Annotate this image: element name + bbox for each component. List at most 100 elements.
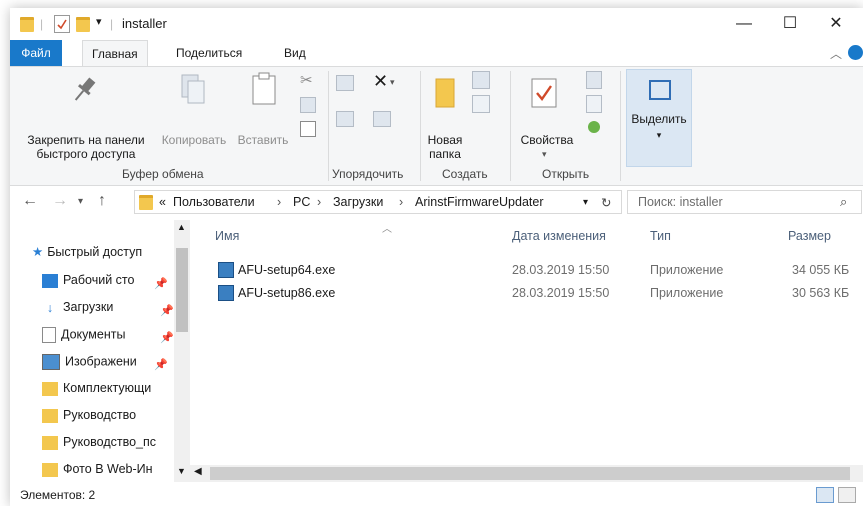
pin-icon[interactable]: 📌 — [154, 277, 168, 290]
collapse-ribbon-icon[interactable]: ︿ — [830, 45, 842, 62]
tab-home[interactable]: Главная — [82, 40, 148, 67]
column-name[interactable]: Имя — [215, 229, 239, 243]
nav-item-documents[interactable]: Документы — [42, 327, 125, 347]
folder-icon — [42, 435, 58, 450]
nav-scrollbar[interactable]: ▲ ▼ — [174, 220, 190, 482]
nav-item-pictures[interactable]: Изображени — [42, 354, 162, 374]
copy-path-icon[interactable] — [300, 97, 316, 113]
new-folder-button[interactable]: Новая папка — [420, 133, 470, 161]
address-dropdown-icon[interactable]: ▾ — [583, 197, 588, 208]
history-icon[interactable] — [588, 121, 600, 133]
minimize-button[interactable]: — — [721, 8, 767, 40]
nav-item-folder[interactable]: Руководство — [42, 408, 136, 428]
folder-icon — [42, 381, 58, 396]
pin-icon[interactable]: 📌 — [154, 358, 168, 371]
tab-view[interactable]: Вид — [275, 40, 315, 66]
pin-icon[interactable]: 📌 — [160, 331, 174, 344]
move-to-icon[interactable] — [336, 75, 354, 91]
new-folder-quick-icon[interactable] — [76, 17, 90, 32]
select-button[interactable]: Выделить ▾ — [626, 69, 692, 167]
nav-item-folder[interactable]: Руководство_пс — [42, 435, 174, 455]
nav-quick-access[interactable]: ★ Быстрый доступ — [32, 244, 142, 264]
breadcrumb-separator: › — [399, 195, 404, 209]
column-size[interactable]: Размер — [788, 229, 831, 243]
nav-item-folder[interactable]: Фото В Web-Ин — [42, 462, 162, 482]
file-type: Приложение — [650, 263, 724, 277]
pictures-icon — [42, 354, 60, 370]
nav-label: Фото В Web-Ин — [63, 462, 153, 476]
column-headers: ︿ Имя Дата изменения Тип Размер — [190, 220, 863, 250]
new-folder-label-1: Новая — [427, 133, 463, 147]
new-item-icon[interactable] — [472, 71, 490, 89]
pin-icon[interactable]: 📌 — [160, 304, 174, 317]
breadcrumb-pc[interactable]: PC — [293, 195, 310, 209]
close-button[interactable]: ✕ — [813, 8, 859, 40]
paste-shortcut-icon[interactable] — [300, 121, 316, 137]
tab-file[interactable]: Файл — [10, 40, 62, 66]
customize-quick-access-icon[interactable]: ▾ — [96, 15, 102, 31]
file-row[interactable]: AFU-setup64.exe 28.03.2019 15:50 Приложе… — [190, 260, 863, 282]
nav-label: Загрузки — [63, 300, 114, 314]
search-icon[interactable]: ⌕ — [840, 194, 847, 210]
search-input[interactable]: Поиск: installer — [638, 195, 723, 209]
easy-access-icon[interactable] — [472, 95, 490, 113]
cut-icon[interactable]: ✂ — [300, 71, 313, 89]
folder-icon — [42, 408, 58, 423]
up-icon[interactable]: ↑ — [98, 192, 106, 210]
paste-button[interactable]: Вставить — [232, 133, 294, 147]
delete-icon[interactable]: ✕ — [373, 71, 388, 92]
scrollbar-thumb[interactable] — [210, 467, 850, 480]
breadcrumb-downloads[interactable]: Загрузки — [333, 195, 383, 209]
scrollbar-thumb[interactable] — [176, 248, 188, 332]
address-row: ← → ▾ ↑ « Пользователи › PC › Загрузки ›… — [10, 188, 863, 216]
recent-locations-icon[interactable]: ▾ — [78, 196, 83, 207]
properties-quick-icon[interactable] — [54, 15, 70, 33]
nav-item-downloads[interactable]: ↓ Загрузки — [42, 300, 113, 320]
scroll-down-icon[interactable]: ▼ — [177, 466, 186, 476]
rename-icon[interactable] — [373, 111, 391, 127]
large-icons-view-icon[interactable] — [838, 487, 856, 503]
help-icon[interactable] — [848, 45, 863, 60]
nav-item-folder[interactable]: Комплектующи — [42, 381, 174, 401]
folder-icon — [42, 462, 58, 477]
pin-to-quick-access-button[interactable]: Закрепить на панели быстрого доступа — [16, 133, 156, 161]
pin-icon — [70, 75, 98, 108]
back-icon[interactable]: ← — [22, 192, 38, 210]
open-icon[interactable] — [586, 71, 602, 89]
column-type[interactable]: Тип — [650, 229, 671, 243]
column-date[interactable]: Дата изменения — [512, 229, 606, 243]
select-label: Выделить — [631, 112, 687, 126]
scroll-left-icon[interactable]: ◀ — [194, 466, 202, 477]
breadcrumb-current[interactable]: ArinstFirmwareUpdater — [415, 195, 544, 209]
file-name: AFU-setup64.exe — [238, 263, 336, 277]
file-list-scrollbar[interactable]: ◀ — [190, 465, 863, 482]
properties-dropdown-icon[interactable]: ▾ — [542, 149, 547, 160]
file-row[interactable]: AFU-setup86.exe 28.03.2019 15:50 Приложе… — [190, 283, 863, 305]
breadcrumb-users[interactable]: Пользователи — [173, 195, 255, 209]
address-bar[interactable]: « Пользователи › PC › Загрузки › ArinstF… — [134, 190, 622, 214]
pin-label-2: быстрого доступа — [36, 147, 136, 161]
maximize-button[interactable]: ☐ — [767, 8, 813, 40]
properties-button[interactable]: Свойства — [518, 133, 576, 147]
search-box[interactable]: Поиск: installer ⌕ — [627, 190, 862, 214]
breadcrumb-overflow[interactable]: « — [159, 195, 166, 209]
forward-icon[interactable]: → — [52, 192, 68, 210]
file-type: Приложение — [650, 286, 724, 300]
explorer-window: | ▾ | installer — ☐ ✕ Файл Главная Подел… — [10, 8, 863, 506]
group-create-label: Создать — [442, 167, 488, 181]
group-clipboard-label: Буфер обмена — [122, 167, 204, 181]
scroll-up-icon[interactable]: ▲ — [177, 222, 186, 232]
group-open-label: Открыть — [542, 167, 590, 181]
tab-share[interactable]: Поделиться — [167, 40, 251, 66]
edit-icon[interactable] — [586, 95, 602, 113]
details-view-icon[interactable] — [816, 487, 834, 503]
copy-button[interactable]: Копировать — [158, 133, 230, 147]
pin-label-1: Закрепить на панели — [27, 133, 145, 147]
nav-item-desktop[interactable]: Рабочий сто — [42, 273, 162, 293]
delete-dropdown-icon[interactable]: ▾ — [390, 77, 395, 88]
refresh-icon[interactable]: ↻ — [601, 195, 611, 210]
file-date: 28.03.2019 15:50 — [512, 286, 610, 300]
copy-to-icon[interactable] — [336, 111, 354, 127]
group-organize-label: Упорядочить — [332, 167, 404, 181]
window-title: installer — [122, 16, 167, 31]
